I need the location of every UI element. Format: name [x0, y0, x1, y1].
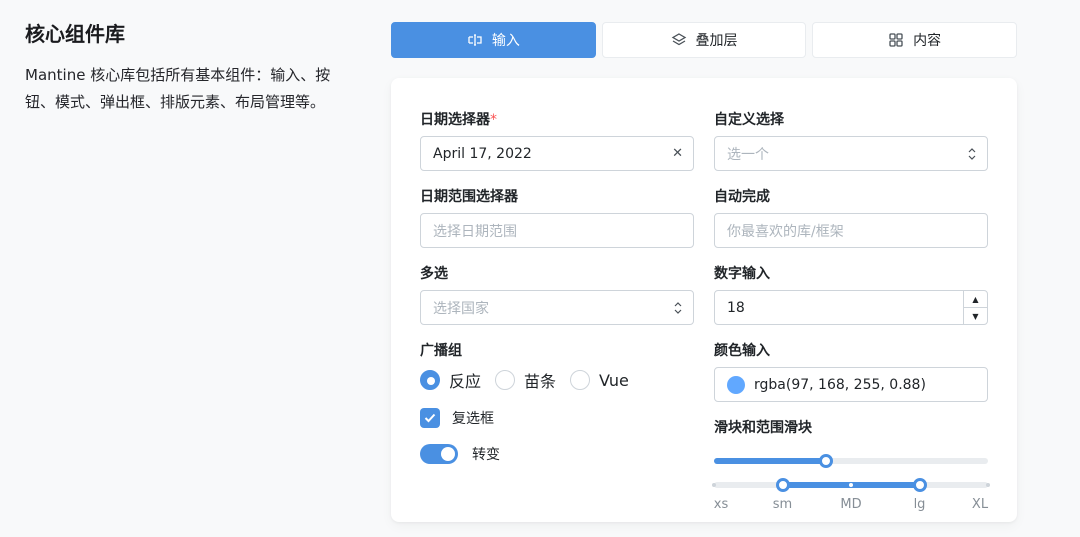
- radio-checked-icon[interactable]: [420, 370, 440, 390]
- date-range-label: 日期范围选择器: [420, 189, 518, 205]
- color-swatch[interactable]: [727, 375, 745, 394]
- selector-icon: [673, 291, 683, 324]
- range-slider-marks: xs sm MD lg XL: [714, 497, 988, 513]
- radio-group: 反应 苗条 Vue: [420, 368, 629, 392]
- tab-inputs[interactable]: 输入: [391, 22, 596, 58]
- range-slider-thumb[interactable]: [775, 478, 790, 492]
- number-input[interactable]: 18 ▲ ▼: [714, 290, 988, 325]
- radio-unchecked-icon[interactable]: [495, 370, 516, 390]
- multiselect-label: 多选: [420, 266, 448, 282]
- form-card: 日期选择器* April 17, 2022 ✕ 自定义选择 选一个 日期范围选择…: [391, 78, 1017, 522]
- increment-icon[interactable]: ▲: [964, 291, 987, 308]
- range-slider-mark-label: lg: [913, 497, 926, 512]
- radio-unchecked-icon[interactable]: [570, 370, 591, 390]
- color-input-field: 颜色输入 rgba(97, 168, 255, 0.88): [714, 342, 988, 402]
- sliders-label: 滑块和范围滑块: [714, 420, 812, 436]
- number-input-label: 数字输入: [714, 266, 770, 282]
- checkbox-checked-icon[interactable]: [420, 408, 440, 428]
- page-description: Mantine 核心库包括所有基本组件：输入、按钮、模式、弹出框、排版元素、布局…: [25, 66, 331, 111]
- date-range-field: 日期范围选择器 选择日期范围: [420, 188, 694, 248]
- color-input-value: rgba(97, 168, 255, 0.88): [754, 376, 926, 393]
- autocomplete-placeholder: 你最喜欢的库/框架: [727, 223, 844, 240]
- checkbox-label: 复选框: [452, 411, 494, 427]
- radio-label: Vue: [599, 370, 629, 390]
- range-slider-mark-label: xs: [713, 497, 729, 512]
- number-input-value: 18: [727, 299, 745, 316]
- date-picker-value: April 17, 2022: [433, 145, 532, 162]
- tab-label: 输入: [491, 33, 520, 49]
- custom-select-placeholder: 选一个: [727, 146, 769, 163]
- radio-group-label: 广播组: [420, 343, 462, 359]
- slider-fill: [714, 458, 827, 464]
- slider[interactable]: [714, 454, 988, 468]
- switch-toggle[interactable]: [420, 444, 458, 464]
- checkbox-field[interactable]: 复选框: [420, 408, 494, 428]
- color-input-label: 颜色输入: [714, 343, 770, 359]
- radio-option-vue[interactable]: Vue: [570, 370, 629, 390]
- tab-content[interactable]: 内容: [812, 22, 1018, 58]
- number-stepper: ▲ ▼: [963, 291, 987, 324]
- range-slider-mark-label: MD: [840, 497, 862, 512]
- selector-icon: [967, 137, 977, 170]
- input-cursor-icon: [468, 34, 482, 46]
- intro-section: 核心组件库 Mantine 核心库包括所有基本组件：输入、按钮、模式、弹出框、排…: [25, 20, 355, 116]
- date-picker-label: 日期选择器*: [420, 112, 497, 128]
- date-picker-input[interactable]: April 17, 2022 ✕: [420, 136, 694, 171]
- range-slider-thumb[interactable]: [912, 478, 927, 492]
- grid-icon: [889, 33, 903, 47]
- autocomplete-field: 自动完成 你最喜欢的库/框架: [714, 188, 988, 248]
- date-range-placeholder: 选择日期范围: [433, 223, 517, 240]
- multiselect-field: 多选 选择国家: [420, 265, 694, 325]
- clear-icon[interactable]: ✕: [672, 137, 683, 170]
- page-title: 核心组件库: [25, 22, 125, 46]
- tab-label: 内容: [913, 33, 942, 49]
- decrement-icon[interactable]: ▼: [964, 308, 987, 324]
- slider-thumb[interactable]: [819, 454, 834, 468]
- tab-bar: 输入 叠加层 内容: [391, 22, 1018, 58]
- range-slider-mark: [849, 483, 853, 487]
- multiselect-input[interactable]: 选择国家: [420, 290, 694, 325]
- switch-field[interactable]: 转变: [420, 444, 500, 464]
- autocomplete-label: 自动完成: [714, 189, 770, 205]
- range-slider[interactable]: [712, 478, 990, 492]
- range-slider-mark: [986, 483, 990, 487]
- radio-label: 反应: [449, 372, 482, 391]
- range-slider-mark: [712, 483, 716, 487]
- multiselect-placeholder: 选择国家: [433, 300, 489, 317]
- radio-option-svelte[interactable]: 苗条: [495, 368, 556, 392]
- tab-overlays[interactable]: 叠加层: [601, 22, 807, 58]
- tab-label: 叠加层: [695, 33, 738, 49]
- range-slider-mark-label: sm: [772, 497, 793, 512]
- autocomplete-input[interactable]: 你最喜欢的库/框架: [714, 213, 988, 248]
- layers-icon: [671, 33, 686, 46]
- custom-select-label: 自定义选择: [714, 112, 784, 128]
- radio-option-react[interactable]: 反应: [420, 368, 481, 392]
- switch-label: 转变: [472, 447, 500, 463]
- required-mark: *: [490, 112, 497, 128]
- radio-label: 苗条: [524, 372, 557, 391]
- number-input-field: 数字输入 18 ▲ ▼: [714, 265, 988, 325]
- date-range-input[interactable]: 选择日期范围: [420, 213, 694, 248]
- color-input[interactable]: rgba(97, 168, 255, 0.88): [714, 367, 988, 402]
- range-slider-mark-label: XL: [971, 497, 989, 512]
- date-picker-field: 日期选择器* April 17, 2022 ✕: [420, 111, 694, 171]
- custom-select-field: 自定义选择 选一个: [714, 111, 988, 171]
- custom-select-input[interactable]: 选一个: [714, 136, 988, 171]
